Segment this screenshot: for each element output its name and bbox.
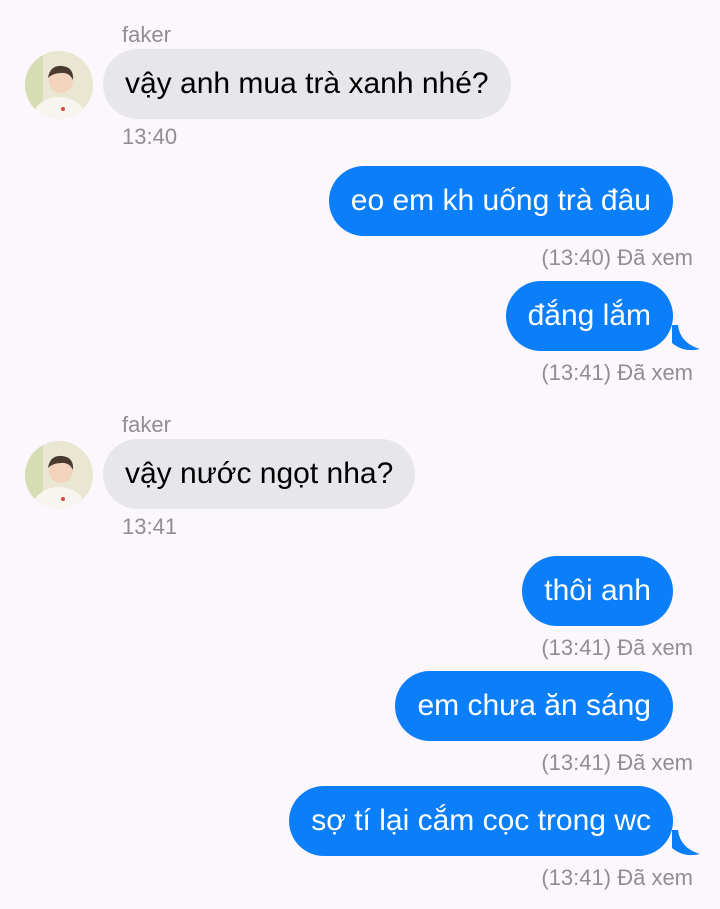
message-timestamp: (13:41) [541, 865, 612, 890]
seen-status: Đã xem [617, 635, 693, 660]
message-status: (13:41) Đã xem [541, 360, 693, 386]
message-status: (13:41) Đã xem [541, 750, 693, 776]
seen-status: Đã xem [617, 245, 693, 270]
message-bubble[interactable]: đắng lắm [505, 281, 673, 351]
message-timestamp: 13:40 [122, 124, 178, 149]
message-status: (13:41) Đã xem [541, 865, 693, 891]
message-bubble[interactable]: vậy anh mua trà xanh nhé? [103, 49, 511, 119]
avatar[interactable] [25, 441, 93, 509]
message-status: (13:41) Đã xem [541, 635, 693, 661]
bubble-tail [672, 325, 700, 351]
avatar-image [25, 441, 93, 509]
seen-status: Đã xem [617, 750, 693, 775]
message-timestamp: (13:41) [541, 750, 612, 775]
seen-status: Đã xem [617, 865, 693, 890]
message-timestamp: (13:40) [541, 245, 612, 270]
message-timestamp: 13:41 [122, 514, 178, 539]
message-bubble[interactable]: thôi anh [522, 556, 673, 626]
message-timestamp: (13:41) [541, 360, 612, 385]
message-bubble[interactable]: eo em kh uống trà đâu [328, 166, 673, 236]
message-timestamp: (13:41) [541, 635, 612, 660]
message-bubble[interactable]: sợ tí lại cắm cọc trong wc [289, 786, 673, 856]
message-status: (13:40) Đã xem [541, 245, 693, 271]
avatar[interactable] [25, 51, 93, 119]
message-bubble[interactable]: vậy nước ngọt nha? [103, 439, 416, 509]
avatar-image [25, 51, 93, 119]
message-bubble[interactable]: em chưa ăn sáng [395, 671, 673, 741]
sender-name: faker [122, 412, 171, 437]
bubble-tail [672, 830, 700, 856]
seen-status: Đã xem [617, 360, 693, 385]
sender-name: faker [122, 22, 171, 47]
